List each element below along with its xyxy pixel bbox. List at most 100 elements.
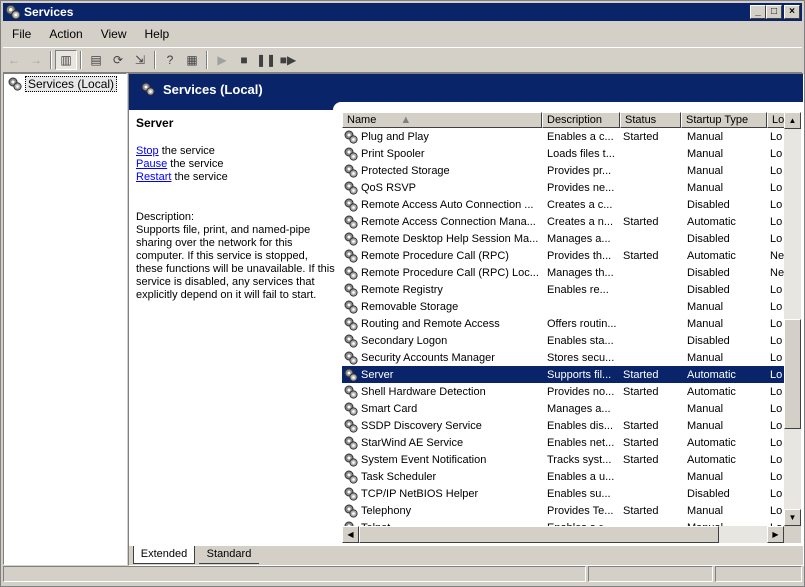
cell-name: Remote Desktop Help Session Ma... (342, 232, 542, 246)
cell-description: Enables a c... (547, 130, 614, 143)
table-row[interactable]: Shell Hardware Detection Provides no... St… (342, 383, 800, 400)
service-gear-icon (344, 402, 358, 416)
start-service-icon[interactable]: ▶ (211, 50, 233, 70)
export-list-icon[interactable]: ⇲ (129, 50, 151, 70)
table-row[interactable]: Telephony Provides Te... Started Manual Lo (342, 502, 800, 519)
cell-description: Provides no... (547, 385, 615, 398)
description-pane: Server Stop the service Pause the servic… (129, 110, 339, 546)
table-row[interactable]: Plug and Play Enables a c... Started Manual… (342, 128, 800, 145)
maximize-button[interactable]: □ (766, 5, 782, 19)
table-row[interactable]: SSDP Discovery Service Enables dis... Star… (342, 417, 800, 434)
column-label: Name (347, 114, 377, 126)
scroll-right-button[interactable]: ▶ (767, 526, 784, 543)
properties-icon[interactable]: ▤ (85, 50, 107, 70)
service-gear-icon (344, 419, 358, 433)
table-row[interactable]: Routing and Remote Access Offers routin..… (342, 315, 800, 332)
column-header-description[interactable]: Description (542, 112, 620, 128)
table-row[interactable]: Remote Procedure Call (RPC) Loc... Manage… (342, 264, 800, 281)
cell-status: Started (623, 453, 659, 466)
horizontal-scroll-thumb[interactable] (359, 526, 719, 543)
horizontal-scrollbar[interactable]: ◀ ▶ (342, 526, 784, 543)
view-tabs: Extended Standard (129, 546, 803, 565)
pause-link[interactable]: Pause (136, 158, 167, 170)
cell-name: Routing and Remote Access (342, 317, 542, 331)
help-icon[interactable]: ? (159, 50, 181, 70)
minimize-button[interactable]: _ (750, 5, 766, 19)
table-row[interactable]: Protected Storage Provides pr... Manual Lo (342, 162, 800, 179)
cell-startup-type: Automatic (687, 249, 736, 262)
back-icon[interactable]: ← (3, 50, 25, 70)
scroll-left-button[interactable]: ◀ (342, 526, 359, 543)
restart-service-icon[interactable]: ■▶ (277, 50, 299, 70)
service-name: Smart Card (361, 402, 418, 415)
tree-item-services-local[interactable]: Services (Local) (8, 76, 118, 92)
table-row[interactable]: Remote Access Auto Connection ... Creates… (342, 196, 800, 213)
stop-link[interactable]: Stop (136, 145, 159, 157)
status-bar (3, 566, 802, 584)
stop-service-icon[interactable]: ■ (233, 50, 255, 70)
action-text: the service (158, 145, 215, 157)
column-header-status[interactable]: Status (620, 112, 681, 128)
service-name: QoS RSVP (361, 181, 417, 194)
scroll-up-button[interactable]: ▲ (784, 112, 801, 129)
table-row[interactable]: TelnetEnables a r...ManualLo (342, 519, 800, 526)
list-header: Name ▲ Description Status Startup Type Lo (342, 112, 800, 128)
cell-description: Manages th... (547, 266, 614, 279)
tab-extended[interactable]: Extended (133, 546, 195, 564)
table-row[interactable]: Security Accounts Manager Stores secu... M… (342, 349, 800, 366)
action-stop: Stop the service (136, 145, 228, 158)
table-row[interactable]: System Event Notification Tracks syst... S… (342, 451, 800, 468)
cell-startup-type: Disabled (687, 198, 730, 211)
cell-description: Creates a c... (547, 198, 613, 211)
table-row[interactable]: Remote Desktop Help Session Ma... Manages… (342, 230, 800, 247)
scroll-down-button[interactable]: ▼ (784, 509, 801, 526)
table-row[interactable]: Task Scheduler Enables a u... Manual Lo (342, 468, 800, 485)
table-row[interactable]: QoS RSVP Provides ne... Manual Lo (342, 179, 800, 196)
close-button[interactable]: × (784, 5, 800, 19)
menu-file[interactable]: File (3, 27, 40, 41)
restart-link[interactable]: Restart (136, 171, 171, 183)
table-row[interactable]: StarWind AE Service Enables net... Started… (342, 434, 800, 451)
service-gear-icon (344, 130, 358, 144)
pause-service-icon[interactable]: ❚❚ (255, 50, 277, 70)
service-gear-icon (344, 368, 358, 382)
toolbar: ← → ▥ ▤ ⟳ ⇲ ? ▦ ▶ ■ ❚❚ ■▶ (3, 47, 802, 73)
column-header-name[interactable]: Name ▲ (342, 112, 542, 128)
table-row[interactable]: Smart Card Manages a... Manual Lo (342, 400, 800, 417)
table-row[interactable]: Remote Registry Enables re... Disabled Lo (342, 281, 800, 298)
menu-help[interactable]: Help (136, 27, 179, 41)
console-tree-icon[interactable]: ▦ (181, 50, 203, 70)
service-name: Remote Procedure Call (RPC) (361, 249, 509, 262)
table-row[interactable]: Removable Storage Manual Lo (342, 298, 800, 315)
action-restart: Restart the service (136, 171, 228, 184)
cell-name: System Event Notification (342, 453, 542, 467)
cell-name: StarWind AE Service (342, 436, 542, 450)
console-tree: Services (Local) (3, 73, 127, 565)
table-row[interactable]: TCP/IP NetBIOS Helper Enables su... Disabl… (342, 485, 800, 502)
table-row[interactable]: Secondary Logon Enables sta... Disabled Lo (342, 332, 800, 349)
tab-standard[interactable]: Standard (199, 546, 259, 564)
service-gear-icon (344, 385, 358, 399)
show-hide-tree-icon[interactable]: ▥ (55, 50, 77, 70)
menu-view[interactable]: View (92, 27, 136, 41)
forward-icon[interactable]: → (25, 50, 47, 70)
action-pause: Pause the service (136, 158, 228, 171)
cell-description: Enables a u... (547, 470, 615, 483)
cell-startup-type: Automatic (687, 385, 736, 398)
scrollbar-corner (784, 526, 801, 543)
vertical-scroll-thumb[interactable] (784, 319, 801, 429)
cell-startup-type: Manual (687, 147, 724, 160)
cell-description: Tracks syst... (547, 453, 612, 466)
table-row[interactable]: Print Spooler Loads files t... Manual Lo (342, 145, 800, 162)
vertical-scrollbar[interactable]: ▲ ▼ (784, 112, 801, 526)
service-name: Telephony (361, 504, 412, 517)
refresh-icon[interactable]: ⟳ (107, 50, 129, 70)
tree-item-label: Services (Local) (25, 76, 118, 92)
banner-title: Services (Local) (163, 81, 263, 97)
menu-action[interactable]: Action (40, 27, 91, 41)
column-header-startup-type[interactable]: Startup Type (681, 112, 767, 128)
service-name: Secondary Logon (361, 334, 448, 347)
table-row[interactable]: Remote Access Connection Mana... Creates … (342, 213, 800, 230)
table-row[interactable]: Server Supports fil... Started Automatic Lo (342, 366, 800, 383)
table-row[interactable]: Remote Procedure Call (RPC) Provides th..… (342, 247, 800, 264)
